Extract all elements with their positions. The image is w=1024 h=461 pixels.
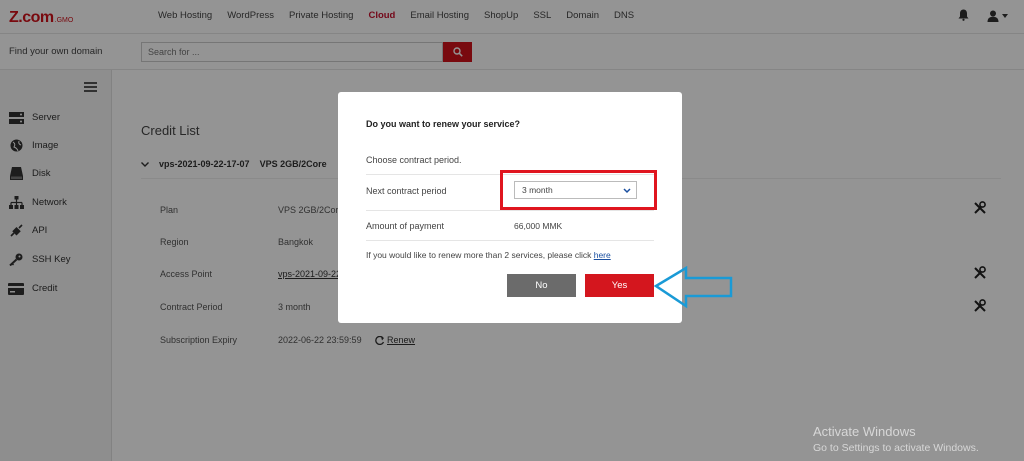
annotation-arrow-icon	[653, 266, 733, 309]
renew-more-sentence: If you would like to renew more than 2 s…	[366, 250, 594, 260]
divider	[366, 210, 654, 211]
next-period-label: Next contract period	[366, 186, 447, 196]
contract-period-value: 3 month	[522, 185, 553, 195]
no-button[interactable]: No	[507, 274, 576, 297]
amount-value: 66,000 MMK	[514, 221, 563, 231]
divider	[366, 240, 654, 241]
amount-label: Amount of payment	[366, 221, 445, 231]
chevron-down-icon	[623, 188, 631, 194]
renew-more-text: If you would like to renew more than 2 s…	[366, 250, 611, 260]
watermark-subtitle: Go to Settings to activate Windows.	[813, 442, 979, 454]
watermark-title: Activate Windows	[813, 424, 916, 439]
choose-period-text: Choose contract period.	[366, 155, 462, 165]
yes-button[interactable]: Yes	[585, 274, 654, 297]
renew-service-dialog: Do you want to renew your service? Choos…	[338, 92, 682, 323]
renew-more-link[interactable]: here	[594, 250, 611, 260]
contract-period-select[interactable]: 3 month	[514, 181, 637, 199]
windows-activation-watermark: Activate Windows Go to Settings to activ…	[813, 424, 979, 454]
dialog-title: Do you want to renew your service?	[366, 119, 521, 129]
